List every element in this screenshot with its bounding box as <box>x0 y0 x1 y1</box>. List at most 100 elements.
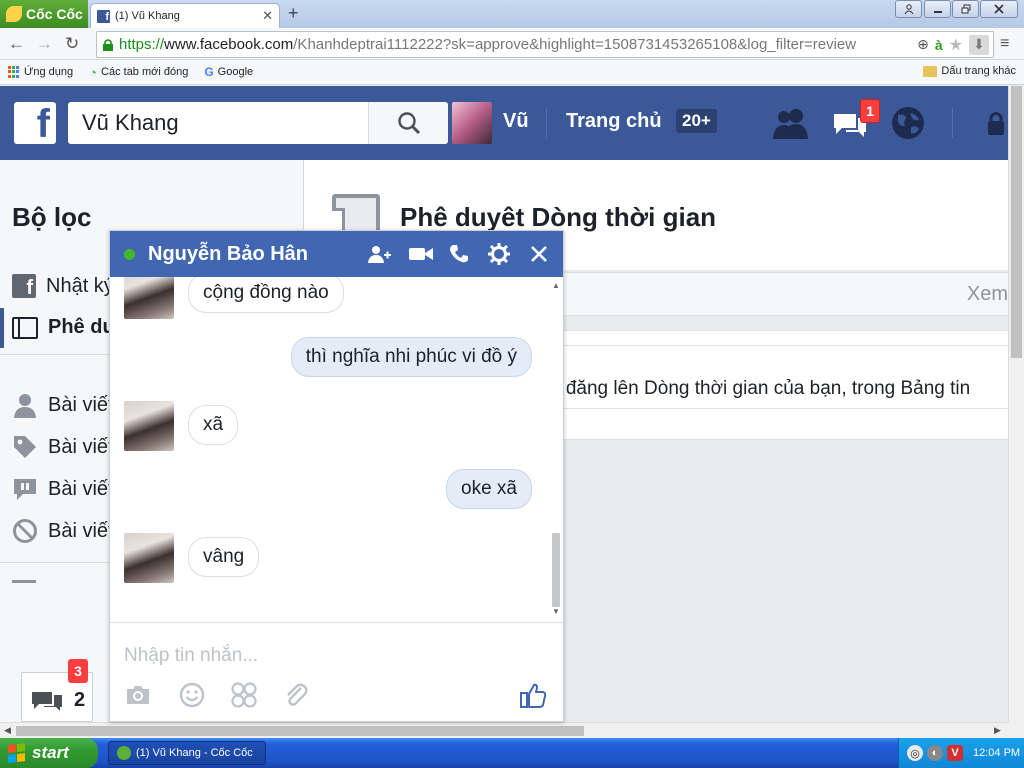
coccoc-dictionary-icon[interactable]: à <box>935 37 943 53</box>
browser-tab-active[interactable]: f (1) Vũ Khang ✕ <box>90 3 280 28</box>
send-photo-button[interactable] <box>123 681 153 709</box>
close-chat-button[interactable] <box>526 242 552 266</box>
browser-brand: Cốc Cốc <box>26 6 83 22</box>
more-filters-icon[interactable] <box>12 580 36 583</box>
contact-avatar[interactable] <box>124 277 174 319</box>
notifications-button[interactable] <box>888 104 928 142</box>
chat-composer: Nhập tin nhắn... <box>110 622 563 721</box>
bookmarks-bar: Ứng dụng ◔ Các tab mới đóng G Google Dấu… <box>0 60 1024 85</box>
profile-avatar[interactable] <box>452 102 492 144</box>
restore-button[interactable] <box>952 0 979 18</box>
search-button[interactable] <box>368 102 448 144</box>
chat-contact-name[interactable]: Nguyễn Bảo Hân <box>148 243 308 266</box>
contact-avatar[interactable] <box>124 401 174 451</box>
scroll-up-arrow-icon[interactable]: ▲ <box>552 281 560 290</box>
forward-arrow-icon[interactable]: → <box>36 34 53 54</box>
facebook-favicon-icon: f <box>97 9 110 23</box>
sticker-button[interactable] <box>229 681 259 709</box>
header-divider <box>546 108 547 138</box>
url-host: www.facebook.com <box>164 36 294 53</box>
chat-tab-count: 2 <box>74 689 86 711</box>
close-icon <box>531 246 547 262</box>
bookmark-recent-tabs-label: Các tab mới đóng <box>101 66 189 78</box>
profile-window-button[interactable] <box>895 0 922 18</box>
chat-message: vâng <box>110 533 550 583</box>
bookmark-apps[interactable]: Ứng dụng <box>8 66 73 78</box>
page-horizontal-scrollbar[interactable]: ◀ ▶ <box>0 722 1008 738</box>
header-divider-2 <box>952 108 953 138</box>
attach-file-button[interactable] <box>281 681 311 709</box>
facebook-logo-icon[interactable]: f <box>14 102 56 144</box>
tab-title: (1) Vũ Khang <box>115 10 180 22</box>
tab-close-icon[interactable]: ✕ <box>262 8 273 24</box>
friend-requests-button[interactable] <box>771 104 811 142</box>
send-like-button[interactable] <box>518 681 548 709</box>
paperclip-icon <box>287 683 308 706</box>
friends-icon <box>773 109 808 139</box>
active-indicator <box>0 308 4 348</box>
scroll-corner <box>1008 722 1024 738</box>
close-window-button[interactable] <box>980 0 1018 18</box>
search-input[interactable]: Vũ Khang <box>68 102 448 144</box>
browser-menu-icon[interactable]: ≡ <box>1000 35 1009 53</box>
message-bubble-incoming: vâng <box>188 537 260 577</box>
privacy-lock-icon[interactable] <box>986 110 1006 136</box>
url-input[interactable]: https://www.facebook.com/Khanhdeptrai111… <box>96 31 994 58</box>
chat-bubbles-icon <box>32 692 62 711</box>
bookmark-star-icon[interactable]: ★ <box>949 35 963 55</box>
bookmark-google[interactable]: G Google <box>204 65 253 79</box>
online-status-dot <box>124 249 135 260</box>
taskbar-window-button[interactable]: (1) Vũ Khang - Cốc Cốc <box>108 741 266 765</box>
timeline-review-icon-bar <box>18 318 20 337</box>
chat-header[interactable]: Nguyễn Bảo Hân <box>110 231 563 277</box>
smiley-icon <box>179 682 205 708</box>
page-vertical-scrollbar[interactable] <box>1008 86 1024 722</box>
page-hscroll-thumb[interactable] <box>16 726 584 736</box>
restore-icon <box>961 4 970 14</box>
chat-messages[interactable]: cộng đồng nào thì nghĩa nhi phúc vi đồ ý… <box>110 277 563 622</box>
other-bookmarks[interactable]: Dấu trang khác <box>923 65 1016 77</box>
message-input[interactable]: Nhập tin nhắn... <box>124 645 258 667</box>
comment-icon <box>14 479 36 500</box>
minimize-button[interactable] <box>924 0 951 18</box>
antivirus-tray-icon[interactable]: V <box>947 745 963 761</box>
view-link[interactable]: Xem <box>967 283 1008 306</box>
page-scroll-thumb[interactable] <box>1011 86 1022 358</box>
url-tools: ⊕ à ★ ⬇ <box>913 32 993 57</box>
back-arrow-icon[interactable]: ← <box>8 34 25 54</box>
new-tab-button[interactable]: + <box>288 3 299 24</box>
gear-icon <box>488 243 510 265</box>
chat-window: Nguyễn Bảo Hân cộng đồng nào thì nghĩa n… <box>109 230 564 722</box>
scroll-right-arrow-icon[interactable]: ▶ <box>994 725 1001 736</box>
scroll-left-arrow-icon[interactable]: ◀ <box>4 725 11 736</box>
other-bookmarks-label: Dấu trang khác <box>941 65 1016 77</box>
zoom-icon[interactable]: ⊕ <box>917 36 929 53</box>
chat-tab-badge: 3 <box>68 659 88 683</box>
voice-call-button[interactable] <box>446 242 472 266</box>
download-icon[interactable]: ⬇ <box>969 34 989 55</box>
bookmark-recent-tabs[interactable]: ◔ Các tab mới đóng <box>89 65 188 80</box>
chat-scroll-thumb[interactable] <box>552 533 560 607</box>
audio-tray-icon[interactable]: ◐ <box>927 745 943 761</box>
minimize-icon <box>933 11 942 13</box>
emoji-button[interactable] <box>177 681 207 709</box>
video-call-button[interactable] <box>408 242 434 266</box>
home-link[interactable]: Trang chủ <box>566 110 662 133</box>
reload-icon[interactable]: ↻ <box>65 34 79 54</box>
chat-message: oke xã <box>110 469 550 513</box>
chat-tab-minimized[interactable]: 2 3 <box>21 659 93 722</box>
coccoc-logo[interactable]: Cốc Cốc <box>0 0 88 28</box>
scroll-down-arrow-icon[interactable]: ▼ <box>552 607 560 616</box>
profile-link[interactable]: Vũ <box>503 110 529 133</box>
clock: 12:04 PM <box>973 747 1021 759</box>
chat-scrollbar[interactable]: ▲ ▼ <box>550 281 562 617</box>
add-friend-to-chat-button[interactable] <box>366 242 392 266</box>
address-bar: ← → ↻ https://www.facebook.com/Khanhdept… <box>0 28 1024 60</box>
page-title: Phê duyêt Dòng thời gian <box>400 202 717 232</box>
contact-avatar[interactable] <box>124 533 174 583</box>
bookmark-apps-label: Ứng dụng <box>24 66 74 78</box>
chat-options-button[interactable] <box>486 242 512 266</box>
network-tray-icon[interactable]: ◎ <box>907 745 923 761</box>
start-button[interactable]: start <box>0 738 98 768</box>
close-icon <box>994 4 1004 14</box>
